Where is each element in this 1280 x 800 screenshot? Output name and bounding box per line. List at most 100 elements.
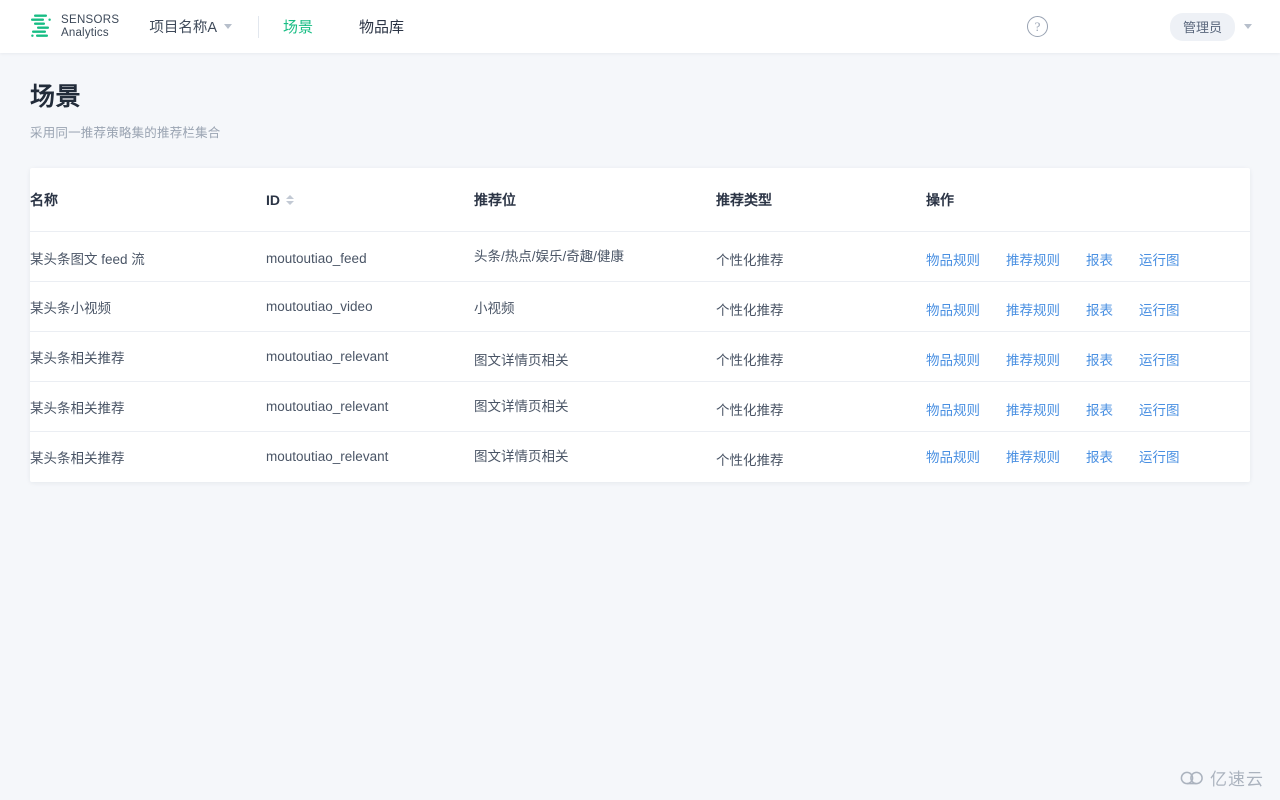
column-header-type: 推荐类型 [716,168,926,232]
cell-name: 某头条相关推荐 [30,331,266,382]
cell-name: 某头条图文 feed 流 [30,231,266,282]
cell-id: moutoutiao_relevant [266,432,474,482]
scene-name: 某头条小视频 [30,300,111,316]
action-run-chart[interactable]: 运行图 [1139,446,1180,466]
header-divider [258,15,260,38]
action-report[interactable]: 报表 [1086,349,1113,369]
action-run-chart[interactable]: 运行图 [1139,299,1180,319]
main-nav-tabs: 场景 物品库 [281,14,406,39]
cell-type: 个性化推荐 [716,331,926,382]
page-body: 场景 采用同一推荐策略集的推荐栏集合 名称 ID 推荐位 推荐类型 操作 某头条… [0,53,1280,482]
scene-name: 某头条图文 feed 流 [30,251,145,267]
scene-slot: 小视频 [474,300,515,316]
cell-slot: 头条/热点/娱乐/奇趣/健康 [474,231,716,282]
cell-operations: 物品规则 推荐规则 报表 运行图 [926,432,1250,482]
column-header-id[interactable]: ID [266,168,474,232]
cell-operations: 物品规则 推荐规则 报表 运行图 [926,331,1250,382]
table-body: 某头条图文 feed 流 moutoutiao_feed 头条/热点/娱乐/奇趣… [30,231,1250,482]
table-row[interactable]: 某头条相关推荐 moutoutiao_relevant 图文详情页相关 个性化推… [30,381,1250,432]
action-recommend-rules[interactable]: 推荐规则 [1006,249,1060,269]
scene-id: moutoutiao_feed [266,251,367,266]
project-selector-label: 项目名称A [149,20,218,36]
action-item-rules[interactable]: 物品规则 [926,399,980,419]
cloud-icon [1180,771,1203,784]
action-report[interactable]: 报表 [1086,399,1113,419]
watermark: 亿速云 [1179,765,1264,790]
header-actions: ? 管理员 [1026,12,1252,41]
chevron-down-icon [1244,24,1252,29]
scene-id: moutoutiao_relevant [266,349,389,364]
action-report[interactable]: 报表 [1086,446,1113,466]
cell-operations: 物品规则 推荐规则 报表 运行图 [926,231,1250,282]
action-item-rules[interactable]: 物品规则 [926,299,980,319]
cell-slot: 图文详情页相关 [474,381,716,432]
cell-id: moutoutiao_relevant [266,381,474,432]
page-subtitle: 采用同一推荐策略集的推荐栏集合 [30,126,221,140]
brand-logo[interactable]: SENSORS Analytics [28,13,119,40]
user-menu[interactable]: 管理员 [1169,12,1252,41]
sensors-logo-icon [31,14,51,37]
sort-ascending-icon[interactable] [286,195,294,199]
scene-name: 某头条相关推荐 [30,350,125,366]
action-run-chart[interactable]: 运行图 [1139,249,1180,269]
action-run-chart[interactable]: 运行图 [1139,349,1180,369]
page-title: 场景 [30,83,82,111]
row-actions: 物品规则 推荐规则 报表 运行图 [926,399,1250,419]
scenes-table-card: 名称 ID 推荐位 推荐类型 操作 某头条图文 feed 流 moutoutia… [30,168,1250,482]
column-header-name: 名称 [30,168,266,232]
scene-slot: 图文详情页相关 [474,352,569,368]
cell-slot: 小视频 [474,281,716,332]
column-header-operations: 操作 [926,168,1250,232]
action-report[interactable]: 报表 [1086,249,1113,269]
action-item-rules[interactable]: 物品规则 [926,349,980,369]
brand-line-1: SENSORS [61,13,120,26]
row-actions: 物品规则 推荐规则 报表 运行图 [926,446,1250,466]
scene-id: moutoutiao_relevant [266,399,389,414]
tab-item-library[interactable]: 物品库 [357,14,406,39]
scene-name: 某头条相关推荐 [30,400,125,416]
cell-name: 某头条小视频 [30,281,266,332]
table-row[interactable]: 某头条图文 feed 流 moutoutiao_feed 头条/热点/娱乐/奇趣… [30,231,1250,282]
action-item-rules[interactable]: 物品规则 [926,446,980,466]
cell-name: 某头条相关推荐 [30,432,266,482]
tab-scenes[interactable]: 场景 [281,14,315,39]
table-header-row: 名称 ID 推荐位 推荐类型 操作 [30,168,1250,232]
sort-descending-icon[interactable] [286,201,294,205]
cell-type: 个性化推荐 [716,432,926,482]
action-recommend-rules[interactable]: 推荐规则 [1006,349,1060,369]
cell-name: 某头条相关推荐 [30,381,266,432]
scene-slot: 图文详情页相关 [474,398,569,414]
scene-type: 个性化推荐 [716,452,784,468]
table-row[interactable]: 某头条相关推荐 moutoutiao_relevant 图文详情页相关 个性化推… [30,331,1250,382]
cell-type: 个性化推荐 [716,381,926,432]
column-header-id-label: ID [266,192,280,208]
brand-line-2: Analytics [61,26,109,39]
table-row[interactable]: 某头条小视频 moutoutiao_video 小视频 个性化推荐 物品规则 推… [30,281,1250,332]
scene-slot: 图文详情页相关 [474,448,569,464]
cell-type: 个性化推荐 [716,281,926,332]
action-run-chart[interactable]: 运行图 [1139,399,1180,419]
action-item-rules[interactable]: 物品规则 [926,249,980,269]
project-selector[interactable]: 项目名称A [149,16,233,37]
scene-name: 某头条相关推荐 [30,450,125,466]
action-recommend-rules[interactable]: 推荐规则 [1006,446,1060,466]
cell-id: moutoutiao_relevant [266,331,474,382]
row-actions: 物品规则 推荐规则 报表 运行图 [926,349,1250,369]
scene-id: moutoutiao_video [266,299,373,314]
row-actions: 物品规则 推荐规则 报表 运行图 [926,249,1250,269]
cell-operations: 物品规则 推荐规则 报表 运行图 [926,281,1250,332]
scene-type: 个性化推荐 [716,302,784,318]
action-recommend-rules[interactable]: 推荐规则 [1006,399,1060,419]
sort-control-id[interactable]: ID [266,192,294,208]
help-icon[interactable]: ? [1026,16,1048,37]
cell-type: 个性化推荐 [716,231,926,282]
action-report[interactable]: 报表 [1086,299,1113,319]
scenes-table: 名称 ID 推荐位 推荐类型 操作 某头条图文 feed 流 moutoutia… [30,168,1250,482]
action-recommend-rules[interactable]: 推荐规则 [1006,299,1060,319]
table-row[interactable]: 某头条相关推荐 moutoutiao_relevant 图文详情页相关 个性化推… [30,432,1250,482]
sort-arrows-icon[interactable] [286,195,294,205]
scene-type: 个性化推荐 [716,402,784,418]
top-navigation-bar: SENSORS Analytics 项目名称A 场景 物品库 ? 管理员 [0,0,1280,53]
cell-slot: 图文详情页相关 [474,432,716,482]
scene-slot: 头条/热点/娱乐/奇趣/健康 [474,248,625,264]
